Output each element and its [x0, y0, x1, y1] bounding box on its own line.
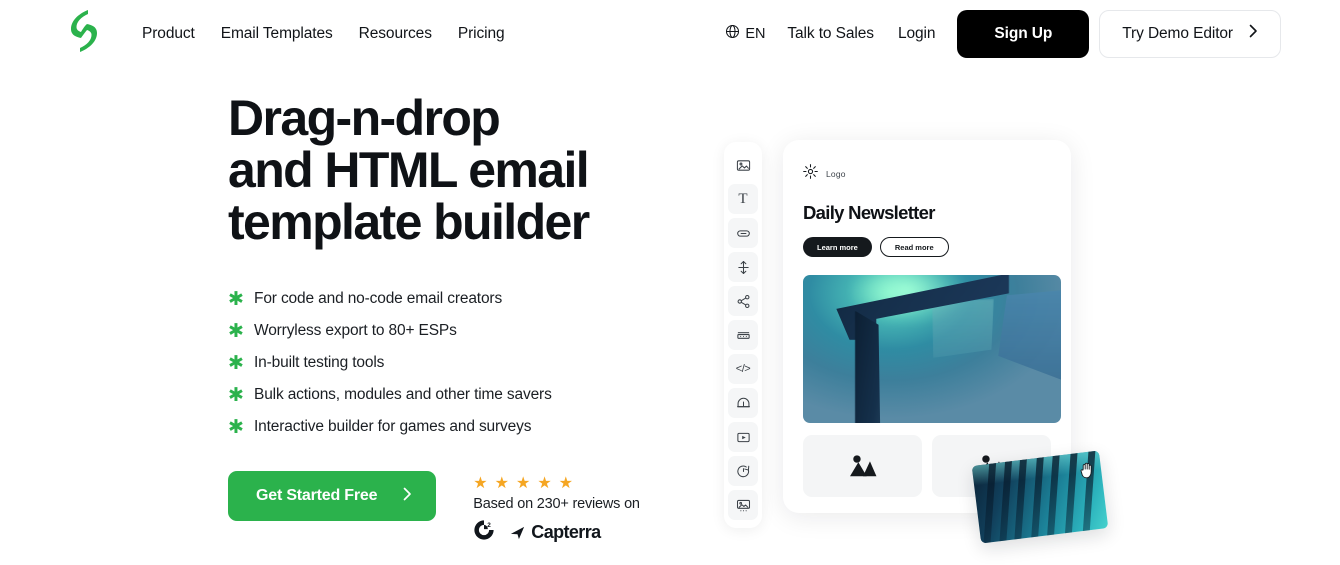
feature-label: Worryless export to 80+ ESPs	[254, 322, 457, 339]
image-wall-right	[998, 289, 1061, 382]
stripo-logo-icon	[68, 8, 100, 59]
card-brand-label: Logo	[826, 169, 846, 179]
card-title: Daily Newsletter	[803, 202, 935, 223]
language-switcher[interactable]: EN	[725, 24, 765, 44]
site-header: Product Email Templates Resources Pricin…	[0, 0, 1340, 67]
star-icon: ★	[558, 473, 574, 492]
video-block-icon[interactable]	[728, 422, 758, 452]
feature-label: Bulk actions, modules and other time sav…	[254, 386, 552, 403]
learn-more-button[interactable]: Learn more	[803, 237, 872, 257]
asterisk-icon: ✱	[228, 415, 244, 438]
asterisk-icon: ✱	[228, 383, 244, 406]
editor-preview: T </> Logo Daily Newsletter Learn more R…	[700, 120, 1140, 560]
globe-icon	[725, 24, 740, 44]
try-demo-editor-button[interactable]: Try Demo Editor	[1099, 9, 1281, 58]
spacer-block-icon[interactable]	[728, 252, 758, 282]
nav-item-email-templates[interactable]: Email Templates	[221, 25, 333, 43]
image-placeholder-icon[interactable]	[803, 435, 922, 497]
list-item: ✱ Bulk actions, modules and other time s…	[228, 379, 698, 411]
site-logo[interactable]	[62, 8, 106, 58]
text-block-icon[interactable]: T	[728, 184, 758, 214]
chevron-right-icon	[1249, 24, 1258, 43]
reviews-block: ★ ★ ★ ★ ★ Based on 230+ reviews on 2 Cap…	[473, 471, 640, 546]
sun-burst-logo-icon	[803, 164, 818, 184]
capterra-logo[interactable]: Capterra	[509, 522, 601, 543]
sign-up-button[interactable]: Sign Up	[957, 9, 1090, 58]
card-brand: Logo	[803, 164, 1051, 184]
star-icon: ★	[537, 473, 552, 492]
language-label: EN	[745, 25, 766, 42]
feature-list: ✱ For code and no-code email creators ✱ …	[228, 283, 698, 443]
header-actions: EN Talk to Sales Login Sign Up Try Demo …	[725, 0, 1281, 67]
read-more-button[interactable]: Read more	[879, 237, 949, 257]
feature-label: Interactive builder for games and survey…	[254, 418, 532, 435]
try-demo-editor-label: Try Demo Editor	[1122, 24, 1233, 42]
image-block-icon[interactable]	[728, 150, 758, 180]
html-code-icon[interactable]: </>	[728, 354, 758, 384]
star-icon: ★	[494, 473, 509, 492]
feature-label: In-built testing tools	[254, 354, 385, 371]
editor-toolbar: T </>	[724, 142, 762, 528]
chevron-right-icon	[403, 487, 412, 506]
list-item: ✱ Interactive builder for games and surv…	[228, 411, 698, 443]
page-title: Drag-n-drop and HTML email template buil…	[228, 90, 590, 250]
carousel-block-icon[interactable]	[728, 490, 758, 520]
reviews-count-label: Based on 230+ reviews on	[473, 496, 640, 512]
button-block-icon[interactable]	[728, 218, 758, 248]
menu-block-icon[interactable]	[728, 320, 758, 350]
landing-page: Product Email Templates Resources Pricin…	[0, 0, 1340, 565]
nav-item-pricing[interactable]: Pricing	[458, 25, 505, 43]
image-pillar	[854, 310, 881, 423]
review-platform-logos: 2 Capterra	[473, 519, 640, 546]
timer-block-icon[interactable]	[728, 456, 758, 486]
star-icon: ★	[473, 473, 488, 492]
primary-nav: Product Email Templates Resources Pricin…	[142, 0, 505, 67]
hero-content: Drag-n-drop and HTML email template buil…	[228, 92, 698, 546]
svg-text:2: 2	[488, 522, 492, 529]
nav-item-login[interactable]: Login	[898, 25, 936, 43]
list-item: ✱ For code and no-code email creators	[228, 283, 698, 315]
asterisk-icon: ✱	[228, 351, 244, 374]
asterisk-icon: ✱	[228, 287, 244, 310]
list-item: ✱ In-built testing tools	[228, 347, 698, 379]
g2-logo[interactable]: 2	[473, 519, 495, 546]
nav-item-resources[interactable]: Resources	[359, 25, 432, 43]
card-hero-image[interactable]	[803, 275, 1061, 423]
banner-block-icon[interactable]	[728, 388, 758, 418]
nav-item-talk-to-sales[interactable]: Talk to Sales	[787, 25, 874, 43]
asterisk-icon: ✱	[228, 319, 244, 342]
social-share-icon[interactable]	[728, 286, 758, 316]
cta-row: Get Started Free ★ ★ ★ ★ ★ Based on 230+…	[228, 471, 698, 546]
nav-item-product[interactable]: Product	[142, 25, 195, 43]
star-rating: ★ ★ ★ ★ ★	[473, 475, 640, 491]
card-buttons: Learn more Read more	[803, 237, 1051, 257]
grab-hand-cursor-icon	[1080, 462, 1095, 479]
list-item: ✱ Worryless export to 80+ ESPs	[228, 315, 698, 347]
star-icon: ★	[515, 473, 531, 492]
image-wall-middle	[932, 298, 994, 358]
feature-label: For code and no-code email creators	[254, 290, 503, 307]
capterra-label: Capterra	[531, 522, 601, 542]
get-started-free-label: Get Started Free	[256, 487, 378, 504]
get-started-free-button[interactable]: Get Started Free	[228, 471, 437, 521]
newsletter-preview-card: Logo Daily Newsletter Learn more Read mo…	[783, 140, 1071, 513]
